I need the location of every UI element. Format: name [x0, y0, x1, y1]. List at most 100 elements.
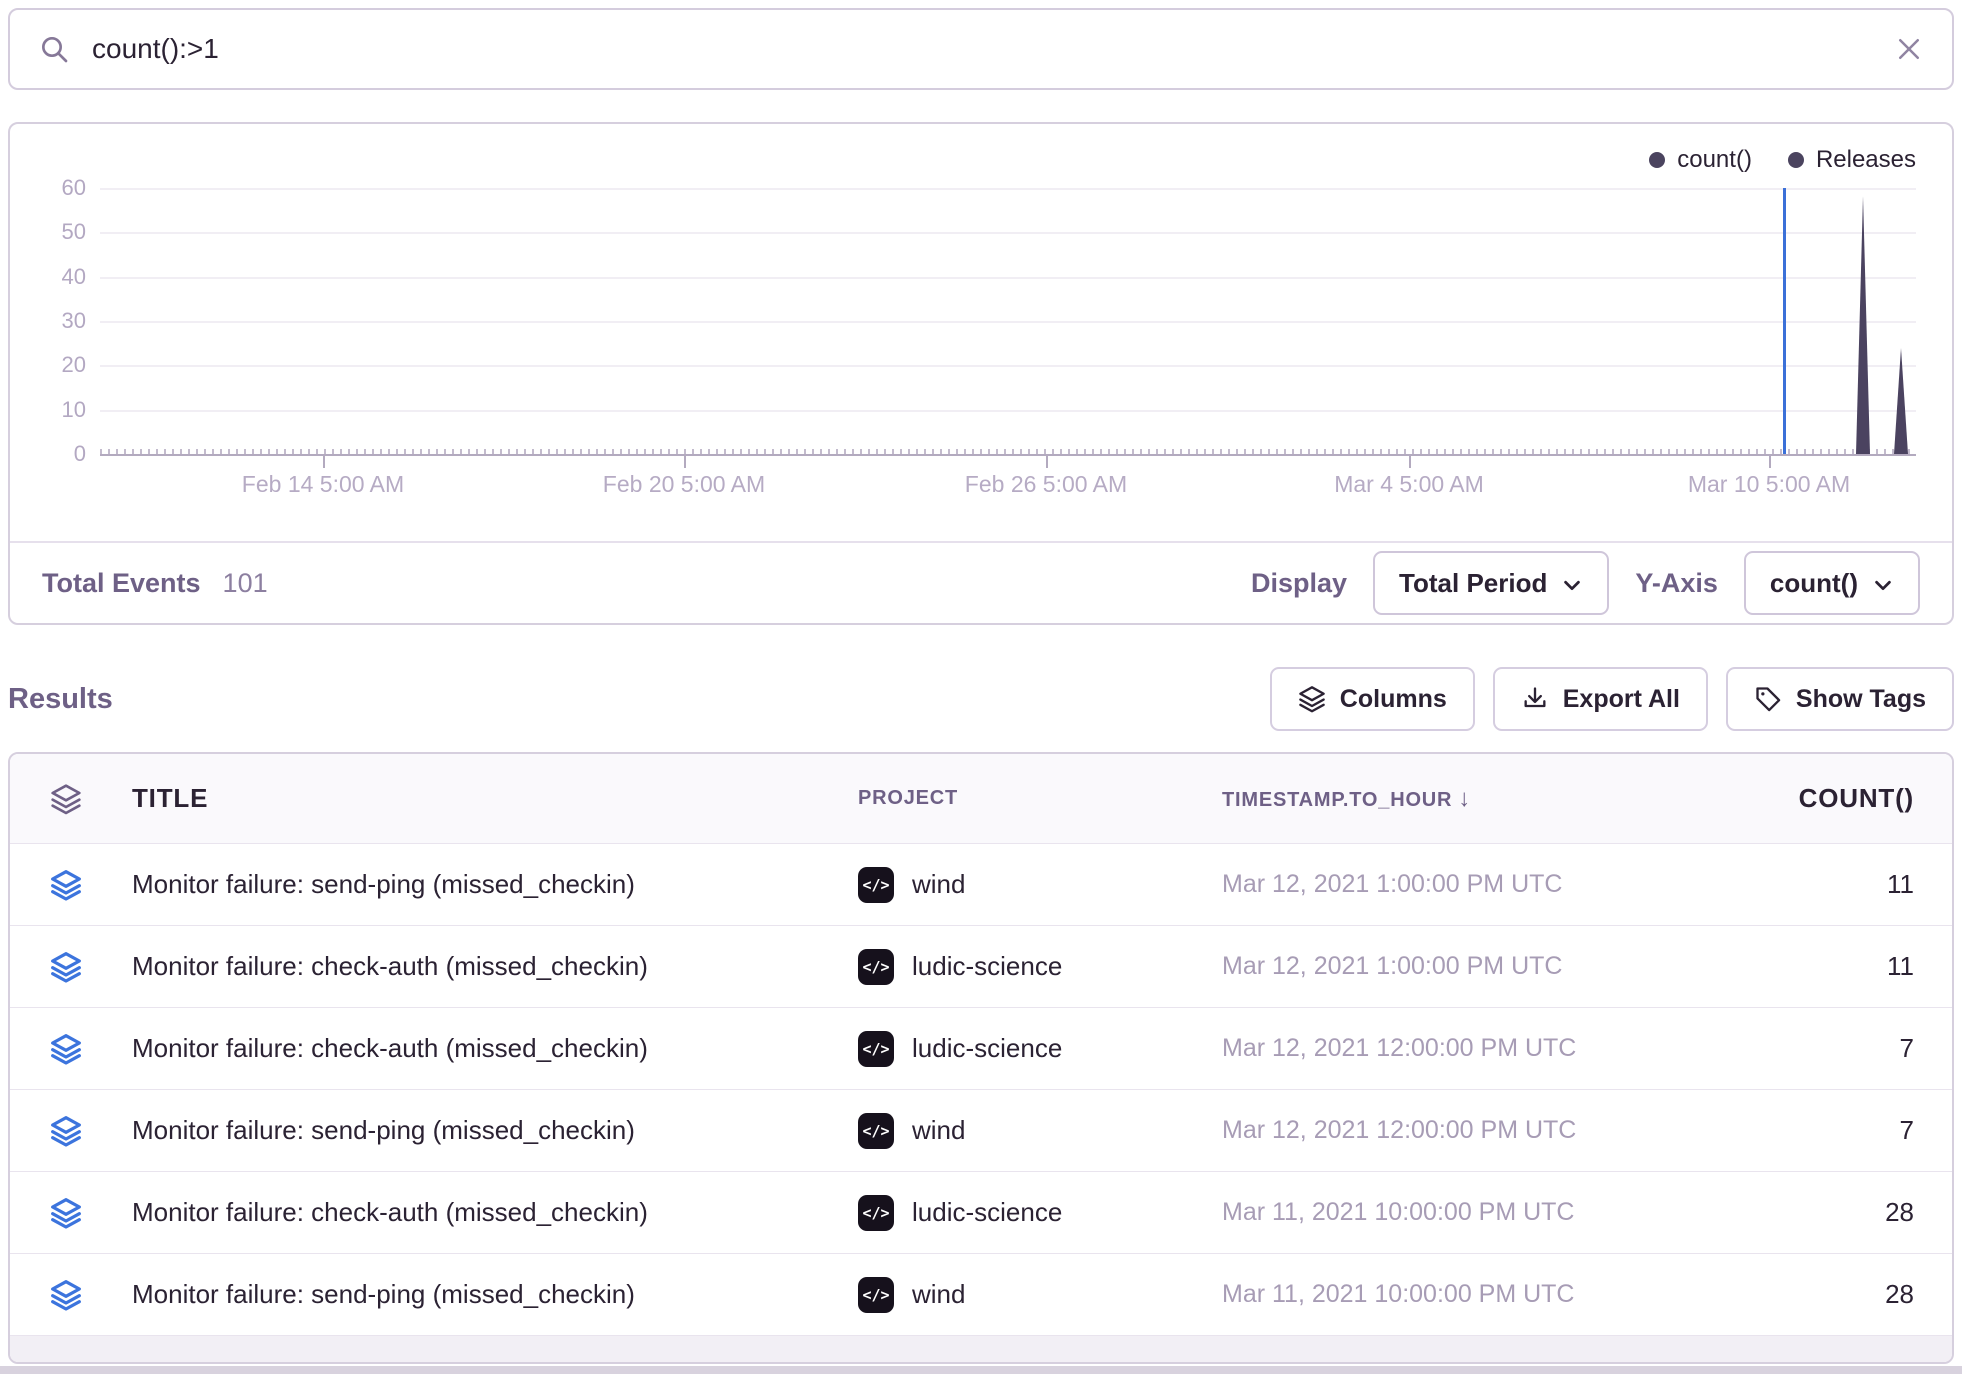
platform-icon: </> — [858, 949, 894, 985]
event-title[interactable]: Monitor failure: send-ping (missed_check… — [122, 1279, 848, 1310]
code-glyph: </> — [862, 1040, 889, 1058]
timestamp-value: Mar 11, 2021 10:00:00 PM UTC — [1208, 1280, 1722, 1309]
platform-icon: </> — [858, 1113, 894, 1149]
chart-plot-area[interactable] — [100, 188, 1916, 454]
y-axis-tick: 40 — [10, 266, 86, 288]
timestamp-value: Mar 12, 2021 12:00:00 PM UTC — [1208, 1116, 1722, 1145]
project-cell: </> ludic-science — [848, 949, 1208, 985]
project-cell: </> wind — [848, 1113, 1208, 1149]
legend-dot-icon — [1788, 152, 1804, 168]
legend-dot-icon — [1649, 152, 1665, 168]
x-axis-tick: Mar 4 5:00 AM — [1334, 471, 1484, 498]
display-dropdown-value: Total Period — [1399, 568, 1547, 599]
project-name: ludic-science — [912, 1197, 1062, 1228]
table-row[interactable]: Monitor failure: check-auth (missed_chec… — [10, 1007, 1952, 1089]
yaxis-label: Y-Axis — [1635, 568, 1718, 599]
sort-desc-icon: ↓ — [1458, 785, 1471, 812]
legend-item-releases[interactable]: Releases — [1788, 146, 1916, 174]
stack-icon — [50, 869, 82, 901]
yaxis-dropdown-value: count() — [1770, 568, 1858, 599]
platform-icon: </> — [858, 1195, 894, 1231]
count-value: 11 — [1722, 951, 1952, 982]
code-glyph: </> — [862, 876, 889, 894]
stack-icon — [50, 951, 82, 983]
table-row[interactable]: Monitor failure: send-ping (missed_check… — [10, 843, 1952, 925]
column-header-timestamp[interactable]: TIMESTAMP.TO_HOUR ↓ — [1208, 785, 1722, 813]
download-icon — [1521, 685, 1549, 713]
total-events-value: 101 — [223, 568, 268, 599]
stack-icon — [50, 1279, 82, 1311]
discover-page: count():>1 count() Releases 60 50 40 30 … — [0, 0, 1962, 1374]
project-name: wind — [912, 1115, 965, 1146]
display-label: Display — [1251, 568, 1347, 599]
search-bar[interactable]: count():>1 — [8, 8, 1954, 90]
count-series-spikes — [100, 188, 1916, 454]
y-axis-tick: 50 — [10, 221, 86, 243]
y-axis-tick: 0 — [10, 443, 86, 465]
table-row[interactable]: Monitor failure: check-auth (missed_chec… — [10, 1171, 1952, 1253]
platform-icon: </> — [858, 1277, 894, 1313]
count-value: 11 — [1722, 869, 1952, 900]
platform-icon: </> — [858, 867, 894, 903]
columns-button-label: Columns — [1340, 685, 1447, 714]
code-glyph: </> — [862, 1204, 889, 1222]
code-glyph: </> — [862, 1122, 889, 1140]
y-axis-tick: 60 — [10, 177, 86, 199]
show-tags-button[interactable]: Show Tags — [1726, 667, 1954, 731]
clear-search-icon[interactable] — [1894, 34, 1924, 64]
display-dropdown[interactable]: Total Period — [1373, 551, 1609, 615]
table-header-row: TITLE PROJECT TIMESTAMP.TO_HOUR ↓ COUNT() — [10, 754, 1952, 843]
yaxis-dropdown[interactable]: count() — [1744, 551, 1920, 615]
stack-icon — [50, 1197, 82, 1229]
search-icon — [38, 33, 70, 65]
y-axis-tick: 10 — [10, 399, 86, 421]
project-name: wind — [912, 869, 965, 900]
x-axis-tick: Mar 10 5:00 AM — [1688, 471, 1850, 498]
legend-item-count[interactable]: count() — [1649, 146, 1752, 174]
event-title[interactable]: Monitor failure: send-ping (missed_check… — [122, 869, 848, 900]
table-row[interactable]: Monitor failure: check-auth (missed_chec… — [10, 925, 1952, 1007]
chevron-down-icon — [1872, 574, 1894, 596]
event-title[interactable]: Monitor failure: check-auth (missed_chec… — [122, 1033, 848, 1064]
table-row[interactable]: Monitor failure: send-ping (missed_check… — [10, 1253, 1952, 1335]
event-title[interactable]: Monitor failure: check-auth (missed_chec… — [122, 1197, 848, 1228]
columns-button[interactable]: Columns — [1270, 667, 1475, 731]
platform-icon: </> — [858, 1031, 894, 1067]
show-tags-button-label: Show Tags — [1796, 685, 1926, 714]
y-axis-tick: 20 — [10, 354, 86, 376]
timestamp-value: Mar 12, 2021 1:00:00 PM UTC — [1208, 952, 1722, 981]
event-title[interactable]: Monitor failure: check-auth (missed_chec… — [122, 951, 848, 982]
timestamp-value: Mar 11, 2021 10:00:00 PM UTC — [1208, 1198, 1722, 1227]
column-header-timestamp-label: TIMESTAMP.TO_HOUR — [1222, 789, 1452, 811]
table-footer-strip — [10, 1335, 1952, 1362]
table-row[interactable]: Monitor failure: send-ping (missed_check… — [10, 1089, 1952, 1171]
project-name: ludic-science — [912, 1033, 1062, 1064]
column-header-project[interactable]: PROJECT — [848, 787, 1208, 810]
results-header: Results Columns Export All Show Tags — [8, 664, 1954, 734]
export-all-button[interactable]: Export All — [1493, 667, 1708, 731]
x-axis-tick: Feb 14 5:00 AM — [242, 471, 404, 498]
code-glyph: </> — [862, 958, 889, 976]
column-header-title[interactable]: TITLE — [122, 783, 848, 814]
cutoff-element-edge — [0, 1366, 1962, 1374]
project-cell: </> wind — [848, 867, 1208, 903]
layers-icon — [1298, 685, 1326, 713]
timestamp-value: Mar 12, 2021 12:00:00 PM UTC — [1208, 1034, 1722, 1063]
x-axis-tick: Feb 26 5:00 AM — [965, 471, 1127, 498]
count-value: 7 — [1722, 1033, 1952, 1064]
search-input[interactable]: count():>1 — [92, 33, 1894, 65]
project-name: ludic-science — [912, 951, 1062, 982]
count-value: 28 — [1722, 1197, 1952, 1228]
event-title[interactable]: Monitor failure: send-ping (missed_check… — [122, 1115, 848, 1146]
x-axis-line — [100, 454, 1916, 456]
chart-legend[interactable]: count() Releases — [1649, 146, 1916, 174]
legend-label: count() — [1677, 146, 1752, 174]
column-header-count[interactable]: COUNT() — [1722, 783, 1952, 814]
timestamp-value: Mar 12, 2021 1:00:00 PM UTC — [1208, 870, 1722, 899]
project-cell: </> wind — [848, 1277, 1208, 1313]
stack-header-icon[interactable] — [50, 783, 82, 815]
y-axis-tick: 30 — [10, 310, 86, 332]
export-all-button-label: Export All — [1563, 685, 1680, 714]
code-glyph: </> — [862, 1286, 889, 1304]
x-axis-tick: Feb 20 5:00 AM — [603, 471, 765, 498]
